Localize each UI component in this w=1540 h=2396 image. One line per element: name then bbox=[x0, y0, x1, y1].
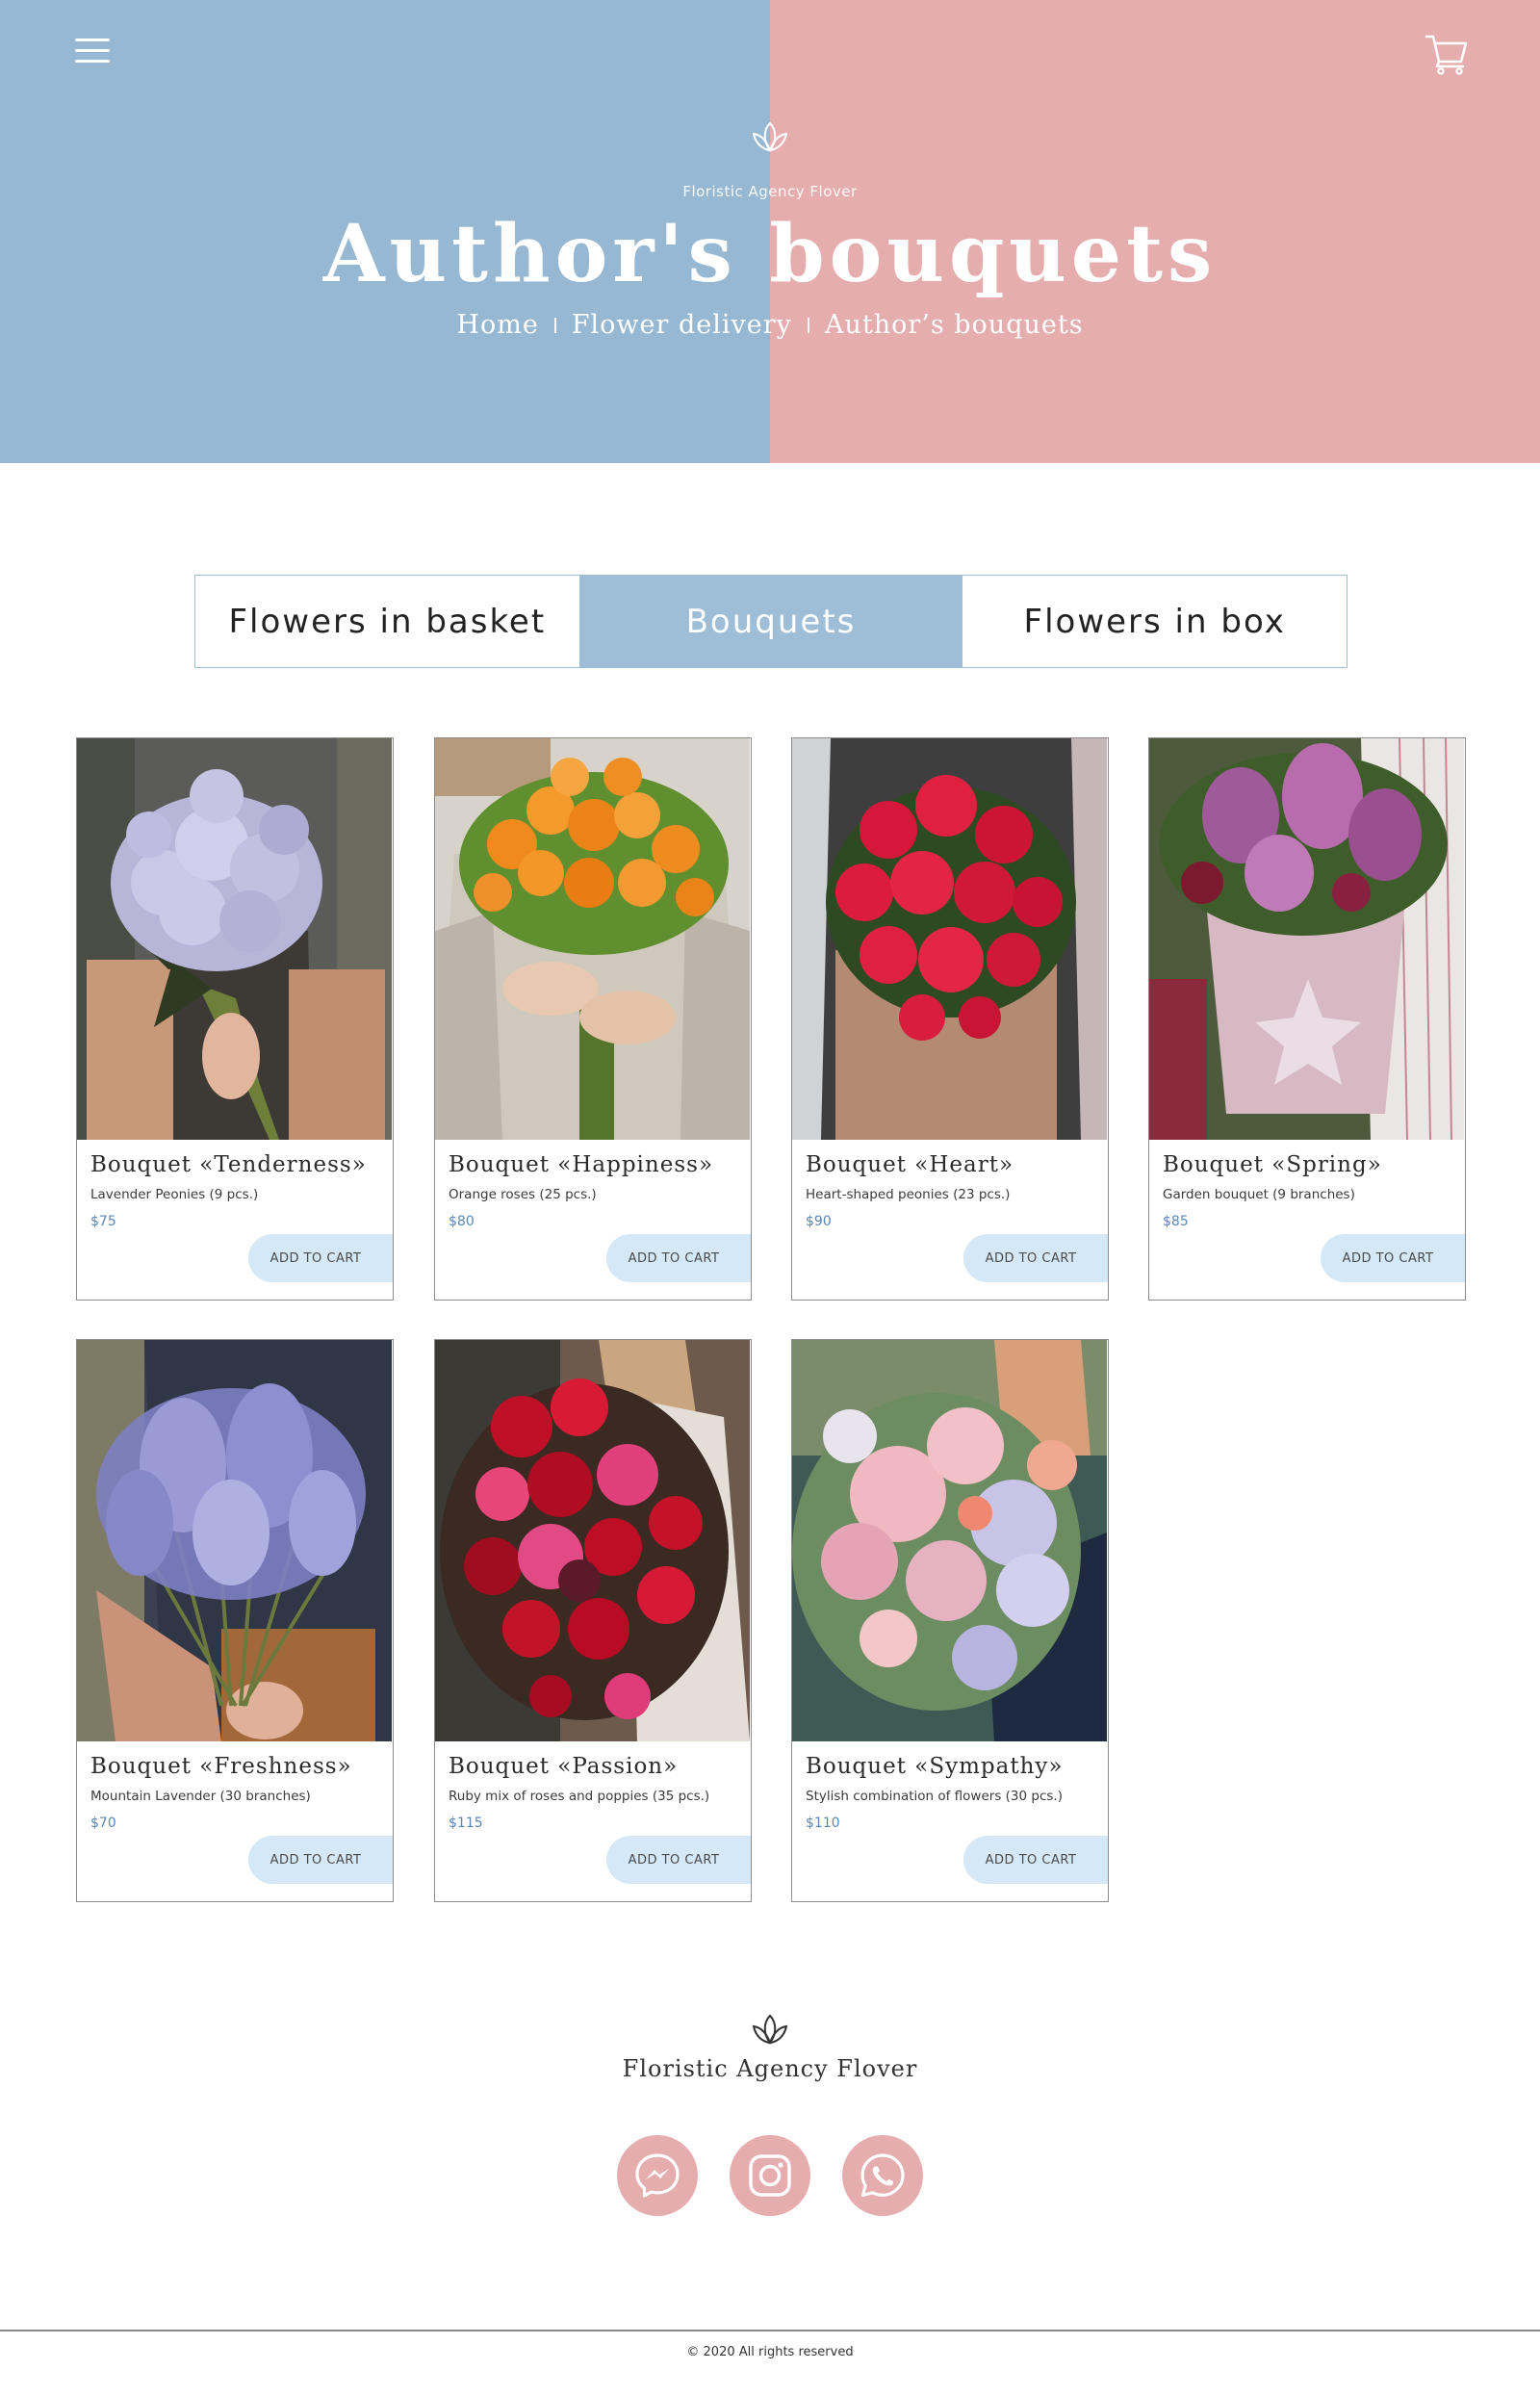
add-to-cart-button[interactable]: ADD TO CART bbox=[606, 1234, 751, 1282]
product-description: Lavender Peonies (9 pcs.) bbox=[90, 1187, 259, 1202]
breadcrumb: Home Flower delivery Author’s bouquets bbox=[0, 310, 1540, 340]
product-price: $90 bbox=[806, 1214, 832, 1229]
product-image-ruby-roses[interactable] bbox=[435, 1340, 750, 1741]
product-price: $75 bbox=[90, 1214, 116, 1229]
tab-bouquets[interactable]: Bouquets bbox=[578, 576, 963, 667]
whatsapp-icon[interactable] bbox=[842, 2135, 923, 2216]
add-to-cart-button[interactable]: ADD TO CART bbox=[606, 1836, 751, 1884]
tab-flowers-in-box[interactable]: Flowers in box bbox=[962, 576, 1348, 667]
add-to-cart-button[interactable]: ADD TO CART bbox=[963, 1836, 1108, 1884]
hero-tagline: Floristic Agency Flover bbox=[682, 183, 858, 200]
product-name[interactable]: Bouquet «Freshness» bbox=[90, 1754, 352, 1779]
product-image-lavender-branches[interactable] bbox=[77, 1340, 392, 1741]
product-name[interactable]: Bouquet «Heart» bbox=[806, 1152, 1014, 1177]
footer-divider bbox=[0, 2330, 1540, 2332]
breadcrumb-current: Author’s bouquets bbox=[824, 310, 1084, 340]
page-title: Author's bouquets bbox=[322, 208, 1218, 300]
tab-flowers-in-basket[interactable]: Flowers in basket bbox=[195, 576, 579, 667]
product-description: Orange roses (25 pcs.) bbox=[449, 1187, 597, 1202]
breadcrumb-flower-delivery[interactable]: Flower delivery bbox=[572, 310, 792, 340]
product-price: $110 bbox=[806, 1816, 840, 1831]
product-price: $80 bbox=[449, 1214, 475, 1229]
breadcrumb-separator bbox=[553, 317, 556, 333]
breadcrumb-separator bbox=[807, 317, 809, 333]
product-name[interactable]: Bouquet «Happiness» bbox=[449, 1152, 713, 1177]
product-price: $85 bbox=[1163, 1214, 1189, 1229]
product-description: Mountain Lavender (30 branches) bbox=[90, 1789, 311, 1804]
product-card: Bouquet «Passion» Ruby mix of roses and … bbox=[434, 1339, 752, 1902]
hero-banner: Floristic Agency Flover Author's bouquet… bbox=[0, 0, 1540, 463]
breadcrumb-home[interactable]: Home bbox=[456, 310, 538, 340]
product-description: Ruby mix of roses and poppies (35 pcs.) bbox=[449, 1789, 710, 1804]
product-price: $70 bbox=[90, 1816, 116, 1831]
product-image-garden-bouquet[interactable] bbox=[1149, 738, 1464, 1140]
product-card: Bouquet «Happiness» Orange roses (25 pcs… bbox=[434, 737, 752, 1301]
product-description: Garden bouquet (9 branches) bbox=[1163, 1187, 1355, 1202]
product-image-orange-roses[interactable] bbox=[435, 738, 750, 1140]
add-to-cart-button[interactable]: ADD TO CART bbox=[248, 1234, 393, 1282]
category-tabs: Flowers in basket Bouquets Flowers in bo… bbox=[194, 575, 1348, 668]
shopping-cart-icon[interactable] bbox=[1424, 33, 1469, 75]
product-card: Bouquet «Freshness» Mountain Lavender (3… bbox=[76, 1339, 394, 1902]
product-image-pastel-mixed[interactable] bbox=[792, 1340, 1107, 1741]
product-card: Bouquet «Spring» Garden bouquet (9 branc… bbox=[1148, 737, 1466, 1301]
hamburger-menu-icon[interactable] bbox=[75, 37, 112, 65]
messenger-icon[interactable] bbox=[617, 2135, 698, 2216]
product-price: $115 bbox=[449, 1816, 483, 1831]
product-name[interactable]: Bouquet «Spring» bbox=[1163, 1152, 1382, 1177]
lotus-icon bbox=[749, 119, 791, 158]
product-card: Bouquet «Tenderness» Lavender Peonies (9… bbox=[76, 737, 394, 1301]
product-name[interactable]: Bouquet «Sympathy» bbox=[806, 1754, 1063, 1779]
product-description: Stylish combination of flowers (30 pcs.) bbox=[806, 1789, 1063, 1804]
product-card: Bouquet «Sympathy» Stylish combination o… bbox=[791, 1339, 1109, 1902]
product-name[interactable]: Bouquet «Tenderness» bbox=[90, 1152, 367, 1177]
lotus-icon bbox=[749, 2012, 791, 2050]
social-links bbox=[0, 2135, 1540, 2216]
copyright-text: © 2020 All rights reserved bbox=[686, 2345, 854, 2359]
product-image-lavender-peonies[interactable] bbox=[77, 738, 392, 1140]
product-card: Bouquet «Heart» Heart-shaped peonies (23… bbox=[791, 737, 1109, 1301]
add-to-cart-button[interactable]: ADD TO CART bbox=[1321, 1234, 1465, 1282]
add-to-cart-button[interactable]: ADD TO CART bbox=[963, 1234, 1108, 1282]
product-name[interactable]: Bouquet «Passion» bbox=[449, 1754, 678, 1779]
add-to-cart-button[interactable]: ADD TO CART bbox=[248, 1836, 393, 1884]
product-image-red-peonies[interactable] bbox=[792, 738, 1107, 1140]
product-description: Heart-shaped peonies (23 pcs.) bbox=[806, 1187, 1011, 1202]
instagram-icon[interactable] bbox=[730, 2135, 810, 2216]
footer-brand: Floristic Agency Flover bbox=[622, 2055, 918, 2082]
